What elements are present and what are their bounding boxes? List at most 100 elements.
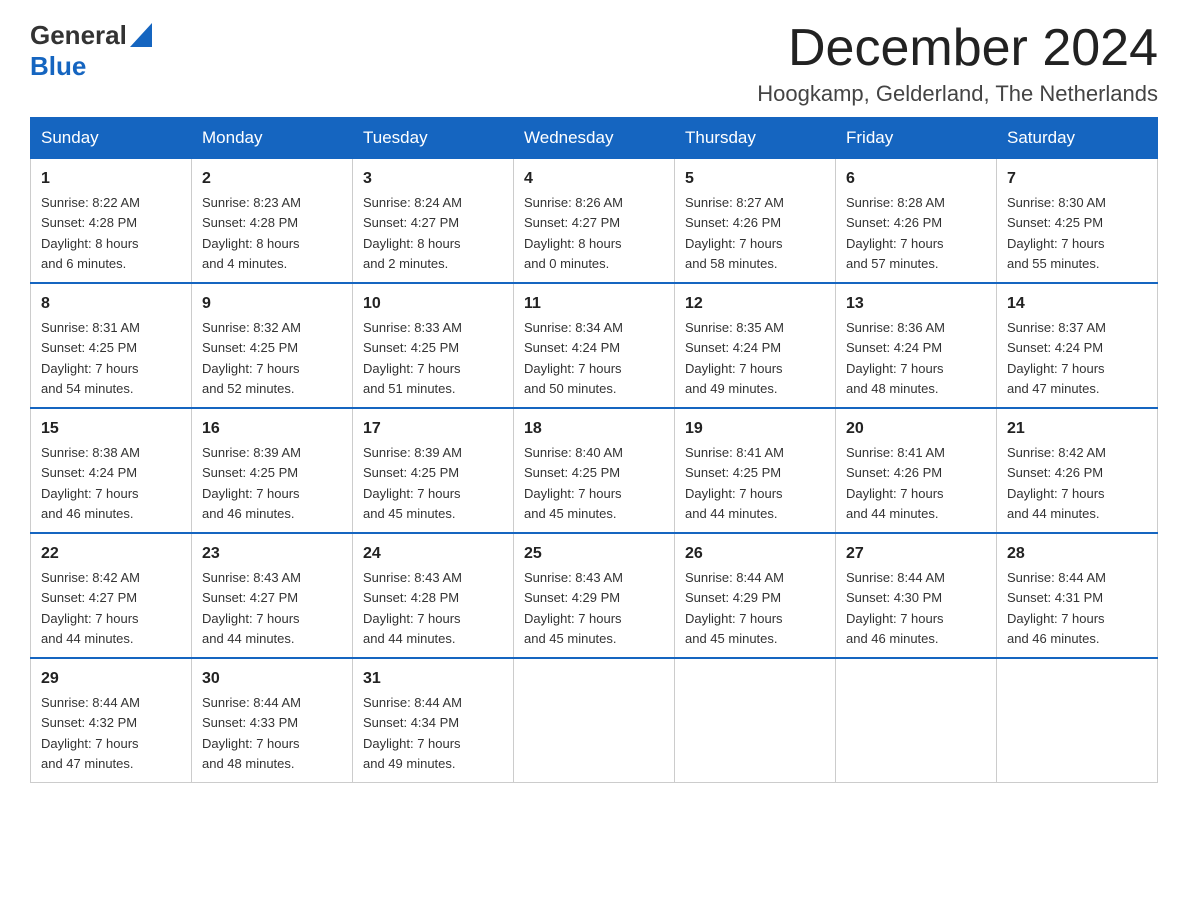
day-info: Sunrise: 8:40 AM Sunset: 4:25 PM Dayligh… bbox=[524, 445, 623, 521]
calendar-cell: 24Sunrise: 8:43 AM Sunset: 4:28 PM Dayli… bbox=[353, 533, 514, 658]
calendar-cell: 3 Sunrise: 8:24 AM Sunset: 4:27 PM Daylig… bbox=[353, 159, 514, 284]
day-number: 12 bbox=[685, 292, 825, 316]
calendar-cell: 29 Sunrise: 8:44 AM Sunset: 4:32 PM Dayli… bbox=[31, 658, 192, 783]
calendar-cell: 19 Sunrise: 8:41 AM Sunset: 4:25 PM Dayli… bbox=[675, 408, 836, 533]
day-info: Sunrise: 8:44 AM Sunset: 4:30 PM Dayligh… bbox=[846, 570, 945, 646]
calendar-cell: 5 Sunrise: 8:27 AM Sunset: 4:26 PM Daylig… bbox=[675, 159, 836, 284]
calendar-cell: 9Sunrise: 8:32 AM Sunset: 4:25 PM Daylig… bbox=[192, 283, 353, 408]
calendar-cell: 23Sunrise: 8:43 AM Sunset: 4:27 PM Dayli… bbox=[192, 533, 353, 658]
calendar-week-row: 29 Sunrise: 8:44 AM Sunset: 4:32 PM Dayli… bbox=[31, 658, 1158, 783]
calendar-cell: 1 Sunrise: 8:22 AM Sunset: 4:28 PM Daylig… bbox=[31, 159, 192, 284]
day-info: Sunrise: 8:26 AM Sunset: 4:27 PM Dayligh… bbox=[524, 195, 623, 271]
day-info: Sunrise: 8:24 AM Sunset: 4:27 PM Dayligh… bbox=[363, 195, 462, 271]
day-number: 15 bbox=[41, 417, 181, 441]
day-number: 13 bbox=[846, 292, 986, 316]
day-info: Sunrise: 8:39 AM Sunset: 4:25 PM Dayligh… bbox=[363, 445, 462, 521]
calendar-cell: 28Sunrise: 8:44 AM Sunset: 4:31 PM Dayli… bbox=[997, 533, 1158, 658]
day-info: Sunrise: 8:39 AM Sunset: 4:25 PM Dayligh… bbox=[202, 445, 301, 521]
day-info: Sunrise: 8:44 AM Sunset: 4:32 PM Dayligh… bbox=[41, 695, 140, 771]
day-info: Sunrise: 8:32 AM Sunset: 4:25 PM Dayligh… bbox=[202, 320, 301, 396]
column-header-wednesday: Wednesday bbox=[514, 118, 675, 159]
column-header-tuesday: Tuesday bbox=[353, 118, 514, 159]
day-info: Sunrise: 8:23 AM Sunset: 4:28 PM Dayligh… bbox=[202, 195, 301, 271]
calendar-cell: 25Sunrise: 8:43 AM Sunset: 4:29 PM Dayli… bbox=[514, 533, 675, 658]
day-info: Sunrise: 8:36 AM Sunset: 4:24 PM Dayligh… bbox=[846, 320, 945, 396]
day-info: Sunrise: 8:35 AM Sunset: 4:24 PM Dayligh… bbox=[685, 320, 784, 396]
calendar-cell: 22 Sunrise: 8:42 AM Sunset: 4:27 PM Dayli… bbox=[31, 533, 192, 658]
calendar-week-row: 8 Sunrise: 8:31 AM Sunset: 4:25 PM Daylig… bbox=[31, 283, 1158, 408]
calendar-cell: 12 Sunrise: 8:35 AM Sunset: 4:24 PM Dayli… bbox=[675, 283, 836, 408]
logo-triangle-icon bbox=[127, 23, 152, 49]
calendar-week-row: 22 Sunrise: 8:42 AM Sunset: 4:27 PM Dayli… bbox=[31, 533, 1158, 658]
calendar-cell: 26 Sunrise: 8:44 AM Sunset: 4:29 PM Dayli… bbox=[675, 533, 836, 658]
day-number: 8 bbox=[41, 292, 181, 316]
day-info: Sunrise: 8:42 AM Sunset: 4:27 PM Dayligh… bbox=[41, 570, 140, 646]
calendar-cell: 8 Sunrise: 8:31 AM Sunset: 4:25 PM Daylig… bbox=[31, 283, 192, 408]
day-number: 3 bbox=[363, 167, 503, 191]
day-info: Sunrise: 8:37 AM Sunset: 4:24 PM Dayligh… bbox=[1007, 320, 1106, 396]
day-number: 5 bbox=[685, 167, 825, 191]
calendar-cell: 17 Sunrise: 8:39 AM Sunset: 4:25 PM Dayli… bbox=[353, 408, 514, 533]
day-number: 22 bbox=[41, 542, 181, 566]
page-header: General Blue December 2024 Hoogkamp, Gel… bbox=[30, 20, 1158, 107]
calendar-header-row: SundayMondayTuesdayWednesdayThursdayFrid… bbox=[31, 118, 1158, 159]
day-info: Sunrise: 8:31 AM Sunset: 4:25 PM Dayligh… bbox=[41, 320, 140, 396]
calendar-cell: 20 Sunrise: 8:41 AM Sunset: 4:26 PM Dayli… bbox=[836, 408, 997, 533]
title-block: December 2024 Hoogkamp, Gelderland, The … bbox=[757, 20, 1158, 107]
day-number: 19 bbox=[685, 417, 825, 441]
month-title: December 2024 bbox=[757, 20, 1158, 77]
calendar-cell: 31 Sunrise: 8:44 AM Sunset: 4:34 PM Dayli… bbox=[353, 658, 514, 783]
day-info: Sunrise: 8:34 AM Sunset: 4:24 PM Dayligh… bbox=[524, 320, 623, 396]
day-info: Sunrise: 8:44 AM Sunset: 4:29 PM Dayligh… bbox=[685, 570, 784, 646]
day-info: Sunrise: 8:44 AM Sunset: 4:34 PM Dayligh… bbox=[363, 695, 462, 771]
day-number: 28 bbox=[1007, 542, 1147, 566]
day-number: 30 bbox=[202, 667, 342, 691]
calendar-cell: 13 Sunrise: 8:36 AM Sunset: 4:24 PM Dayli… bbox=[836, 283, 997, 408]
day-number: 31 bbox=[363, 667, 503, 691]
day-number: 27 bbox=[846, 542, 986, 566]
calendar-cell bbox=[675, 658, 836, 783]
day-info: Sunrise: 8:33 AM Sunset: 4:25 PM Dayligh… bbox=[363, 320, 462, 396]
column-header-thursday: Thursday bbox=[675, 118, 836, 159]
column-header-monday: Monday bbox=[192, 118, 353, 159]
calendar-cell: 11 Sunrise: 8:34 AM Sunset: 4:24 PM Dayli… bbox=[514, 283, 675, 408]
column-header-sunday: Sunday bbox=[31, 118, 192, 159]
day-info: Sunrise: 8:41 AM Sunset: 4:26 PM Dayligh… bbox=[846, 445, 945, 521]
calendar-cell bbox=[997, 658, 1158, 783]
day-info: Sunrise: 8:41 AM Sunset: 4:25 PM Dayligh… bbox=[685, 445, 784, 521]
column-header-friday: Friday bbox=[836, 118, 997, 159]
day-info: Sunrise: 8:44 AM Sunset: 4:33 PM Dayligh… bbox=[202, 695, 301, 771]
day-number: 7 bbox=[1007, 167, 1147, 191]
day-number: 14 bbox=[1007, 292, 1147, 316]
calendar-cell bbox=[836, 658, 997, 783]
logo-general-text: General bbox=[30, 20, 127, 51]
day-info: Sunrise: 8:38 AM Sunset: 4:24 PM Dayligh… bbox=[41, 445, 140, 521]
calendar-cell: 27 Sunrise: 8:44 AM Sunset: 4:30 PM Dayli… bbox=[836, 533, 997, 658]
calendar-week-row: 15 Sunrise: 8:38 AM Sunset: 4:24 PM Dayli… bbox=[31, 408, 1158, 533]
day-number: 1 bbox=[41, 167, 181, 191]
calendar-week-row: 1 Sunrise: 8:22 AM Sunset: 4:28 PM Daylig… bbox=[31, 159, 1158, 284]
day-number: 26 bbox=[685, 542, 825, 566]
calendar-cell: 15 Sunrise: 8:38 AM Sunset: 4:24 PM Dayli… bbox=[31, 408, 192, 533]
day-number: 2 bbox=[202, 167, 342, 191]
day-number: 6 bbox=[846, 167, 986, 191]
day-info: Sunrise: 8:42 AM Sunset: 4:26 PM Dayligh… bbox=[1007, 445, 1106, 521]
day-number: 29 bbox=[41, 667, 181, 691]
calendar-cell: 30 Sunrise: 8:44 AM Sunset: 4:33 PM Dayli… bbox=[192, 658, 353, 783]
logo-blue-text: Blue bbox=[30, 51, 86, 82]
day-number: 20 bbox=[846, 417, 986, 441]
day-info: Sunrise: 8:27 AM Sunset: 4:26 PM Dayligh… bbox=[685, 195, 784, 271]
day-number: 18 bbox=[524, 417, 664, 441]
day-number: 10 bbox=[363, 292, 503, 316]
day-number: 11 bbox=[524, 292, 664, 316]
calendar-table: SundayMondayTuesdayWednesdayThursdayFrid… bbox=[30, 117, 1158, 783]
day-number: 16 bbox=[202, 417, 342, 441]
day-number: 17 bbox=[363, 417, 503, 441]
day-info: Sunrise: 8:30 AM Sunset: 4:25 PM Dayligh… bbox=[1007, 195, 1106, 271]
calendar-cell: 16 Sunrise: 8:39 AM Sunset: 4:25 PM Dayli… bbox=[192, 408, 353, 533]
calendar-cell: 7 Sunrise: 8:30 AM Sunset: 4:25 PM Daylig… bbox=[997, 159, 1158, 284]
day-info: Sunrise: 8:43 AM Sunset: 4:28 PM Dayligh… bbox=[363, 570, 462, 646]
day-number: 21 bbox=[1007, 417, 1147, 441]
calendar-cell: 18 Sunrise: 8:40 AM Sunset: 4:25 PM Dayli… bbox=[514, 408, 675, 533]
day-info: Sunrise: 8:22 AM Sunset: 4:28 PM Dayligh… bbox=[41, 195, 140, 271]
